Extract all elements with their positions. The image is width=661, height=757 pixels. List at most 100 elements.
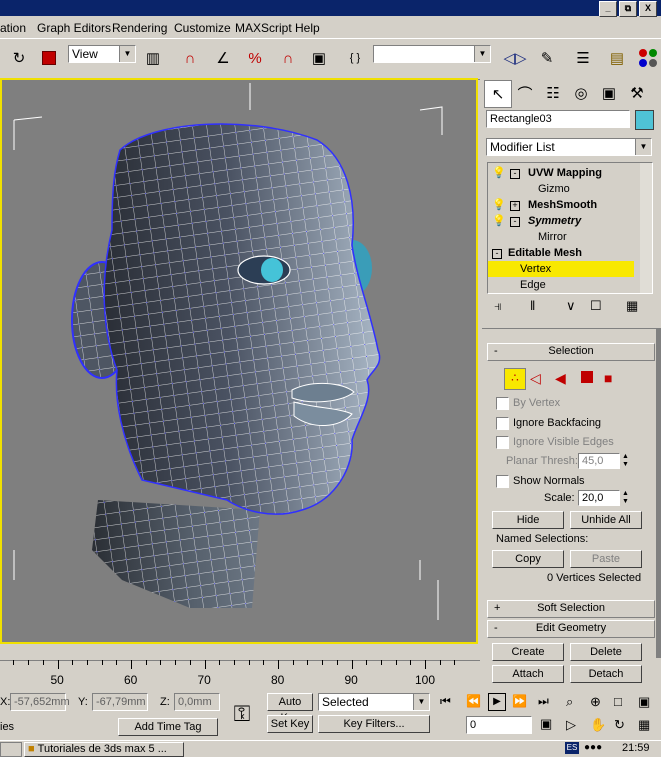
maximize-viewport-icon[interactable]: ▦: [638, 717, 650, 733]
vertex-mode-icon[interactable]: ∴: [504, 368, 526, 390]
field-of-view-icon[interactable]: ▷: [566, 717, 576, 733]
menu-rendering[interactable]: Rendering: [112, 21, 167, 35]
schematic-icon[interactable]: ▤: [604, 45, 630, 71]
object-color-swatch[interactable]: [635, 110, 654, 130]
zoom-icon[interactable]: ⌕: [566, 694, 573, 710]
modify-tab-icon[interactable]: ⌒: [512, 80, 538, 106]
planar-thresh-spinner[interactable]: ▲ ▼: [622, 453, 632, 469]
spelling-icon[interactable]: { }: [342, 45, 368, 71]
key-selection-combo[interactable]: Selected ▼: [318, 693, 430, 711]
next-frame-icon[interactable]: ⏩: [512, 694, 527, 708]
time-config-icon[interactable]: ▣: [540, 716, 552, 732]
edit-geometry-rollout-header[interactable]: - Edit Geometry: [487, 620, 655, 638]
panel-scrollbar[interactable]: [656, 328, 661, 658]
by-vertex-checkbox[interactable]: [496, 397, 509, 410]
collapse-icon[interactable]: -: [510, 217, 520, 227]
chevron-down-icon[interactable]: ▼: [635, 139, 651, 155]
stack-scrollbar[interactable]: [640, 163, 652, 293]
pan-hand-icon[interactable]: ✋: [590, 717, 606, 733]
stack-item-meshsmooth[interactable]: 💡 + MeshSmooth: [488, 197, 634, 213]
scale-field[interactable]: 20,0: [578, 490, 620, 506]
delete-button[interactable]: Delete: [570, 643, 642, 661]
lightbulb-icon[interactable]: 💡: [492, 165, 506, 181]
select-region-icon[interactable]: [36, 45, 62, 71]
spinner-snap-icon[interactable]: ∩: [275, 45, 301, 71]
remove-modifier-icon[interactable]: ☐: [590, 298, 602, 314]
hierarchy-tab-icon[interactable]: ☷: [540, 80, 566, 106]
y-coordinate-field[interactable]: -67,79mm: [92, 693, 148, 711]
ignore-visible-edges-checkbox[interactable]: [496, 436, 509, 449]
current-frame-field[interactable]: 0: [466, 716, 532, 734]
create-button[interactable]: Create: [492, 643, 564, 661]
auto-key-button[interactable]: Auto Key: [267, 693, 313, 724]
material-editor-icon[interactable]: [635, 45, 661, 71]
pin-stack-icon[interactable]: ⫣: [494, 298, 502, 314]
expand-icon[interactable]: +: [510, 201, 520, 211]
stack-item-uvw-mapping[interactable]: 💡 - UVW Mapping: [488, 165, 634, 181]
chevron-down-icon[interactable]: ▼: [474, 46, 490, 62]
create-tab-icon[interactable]: ↖: [484, 80, 512, 108]
chevron-down-icon[interactable]: ▼: [413, 694, 429, 710]
previous-frame-icon[interactable]: ⏪: [466, 694, 481, 708]
stack-item-gizmo[interactable]: Gizmo: [488, 181, 634, 197]
object-name-field[interactable]: Rectangle03: [486, 110, 630, 128]
scale-spinner[interactable]: ▲ ▼: [622, 490, 632, 506]
edge-mode-icon[interactable]: ◁: [530, 370, 541, 387]
set-key-button[interactable]: Set Key: [267, 715, 313, 733]
menu-animation[interactable]: ation: [0, 21, 26, 35]
show-end-result-icon[interactable]: ‖: [530, 298, 535, 313]
collapse-icon[interactable]: -: [510, 169, 520, 179]
utilities-tab-icon[interactable]: ⚒: [624, 80, 650, 106]
stack-item-symmetry[interactable]: 💡 - Symmetry: [488, 213, 634, 229]
language-indicator[interactable]: ES: [565, 742, 579, 754]
attach-button[interactable]: Attach: [492, 665, 564, 683]
restore-icon[interactable]: ⧉: [619, 1, 637, 17]
stack-item-edge[interactable]: Edge: [488, 277, 634, 293]
add-time-tag-button[interactable]: Add Time Tag: [118, 718, 218, 736]
lightbulb-icon[interactable]: 💡: [492, 197, 506, 213]
time-ruler[interactable]: 50 60 70 80 90 100: [0, 660, 480, 690]
align-icon[interactable]: ✎: [534, 45, 560, 71]
x-coordinate-field[interactable]: -57,652mm: [10, 693, 70, 711]
zoom-extents-icon[interactable]: □: [614, 694, 622, 709]
chevron-down-icon[interactable]: ▼: [119, 46, 135, 62]
perspective-viewport[interactable]: [0, 78, 478, 644]
angle-snap-icon[interactable]: ∠: [210, 45, 236, 71]
configure-sets-icon[interactable]: ▦: [626, 298, 638, 314]
mirror-icon[interactable]: ◁▷: [502, 45, 528, 71]
modifier-list-combo[interactable]: Modifier List ▼: [486, 138, 652, 156]
hide-button[interactable]: Hide: [492, 511, 564, 529]
unhide-all-button[interactable]: Unhide All: [570, 511, 642, 529]
show-normals-checkbox[interactable]: [496, 475, 509, 488]
menu-graph-editors[interactable]: Graph Editors: [37, 21, 111, 35]
key-icon[interactable]: ⚿: [222, 692, 262, 736]
ignore-backfacing-checkbox[interactable]: [496, 417, 509, 430]
element-mode-icon[interactable]: ■: [604, 370, 612, 386]
soft-selection-rollout-header[interactable]: + Soft Selection: [487, 600, 655, 618]
paste-button[interactable]: Paste: [570, 550, 642, 568]
play-icon[interactable]: ▶: [488, 693, 506, 711]
stack-item-vertex[interactable]: Vertex: [488, 261, 634, 277]
detach-button[interactable]: Detach: [570, 665, 642, 683]
named-selection-icon[interactable]: ▣: [306, 45, 332, 71]
key-filters-button[interactable]: Key Filters...: [318, 715, 430, 733]
copy-button[interactable]: Copy: [492, 550, 564, 568]
undo-icon[interactable]: ↻: [6, 45, 32, 71]
zoom-extents-all-icon[interactable]: ▣: [638, 694, 650, 710]
named-selection-set-combo[interactable]: ▼: [373, 45, 491, 63]
menu-help[interactable]: Help: [295, 21, 320, 35]
curve-editor-icon[interactable]: ☰: [570, 45, 596, 71]
stack-item-mirror[interactable]: Mirror: [488, 229, 634, 245]
go-to-start-icon[interactable]: ⏮: [440, 694, 451, 709]
stack-item-editable-mesh[interactable]: - Editable Mesh: [488, 245, 634, 261]
face-mode-icon[interactable]: ◀: [555, 370, 566, 387]
go-to-end-icon[interactable]: ⏭: [538, 694, 549, 709]
display-tab-icon[interactable]: ▣: [596, 80, 622, 106]
arc-rotate-icon[interactable]: ↻: [614, 717, 625, 733]
make-unique-icon[interactable]: ∨: [566, 298, 576, 314]
planar-thresh-field[interactable]: 45,0: [578, 453, 620, 469]
minimize-icon[interactable]: _: [599, 1, 617, 17]
modifier-stack[interactable]: 💡 - UVW Mapping Gizmo 💡 + MeshSmooth 💡 -…: [487, 162, 653, 294]
z-coordinate-field[interactable]: 0,0mm: [174, 693, 220, 711]
close-icon[interactable]: X: [639, 1, 657, 17]
